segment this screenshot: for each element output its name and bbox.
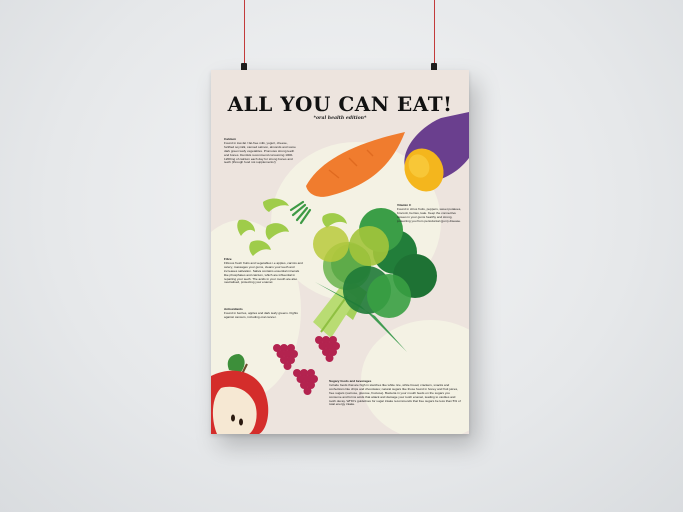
section-calcium: Calcium Found in low-fat / fat-free milk… <box>224 137 296 165</box>
broccoli-icon <box>313 208 437 352</box>
hanging-wire-right <box>434 0 435 66</box>
section-body: Found in berries, apples and dark leafy … <box>224 310 298 319</box>
section-body: Found in low-fat / fat-free milk, yogurt… <box>224 140 296 165</box>
hanging-wire-left <box>244 0 245 66</box>
section-body: Found in citrus fruits, peppers, sweet p… <box>397 206 462 223</box>
section-sugary-foods: Sugary foods and beverages Include foods… <box>329 379 463 407</box>
section-fibre: Fibre Fibrous fresh fruits and vegetable… <box>224 257 304 285</box>
section-antioxidants: Antioxidants Found in berries, apples an… <box>224 307 308 320</box>
section-body: Fibrous fresh fruits and vegetables i.e … <box>224 260 303 285</box>
sweet-potato-icon <box>404 112 469 192</box>
section-vitamin-c: Vitamin C Found in citrus fruits, pepper… <box>397 203 463 224</box>
apple-icon <box>211 354 269 434</box>
section-body: Include foods that are high in starches … <box>329 382 461 407</box>
poster: ALL YOU CAN EAT! *oral health edition* C… <box>211 70 469 434</box>
